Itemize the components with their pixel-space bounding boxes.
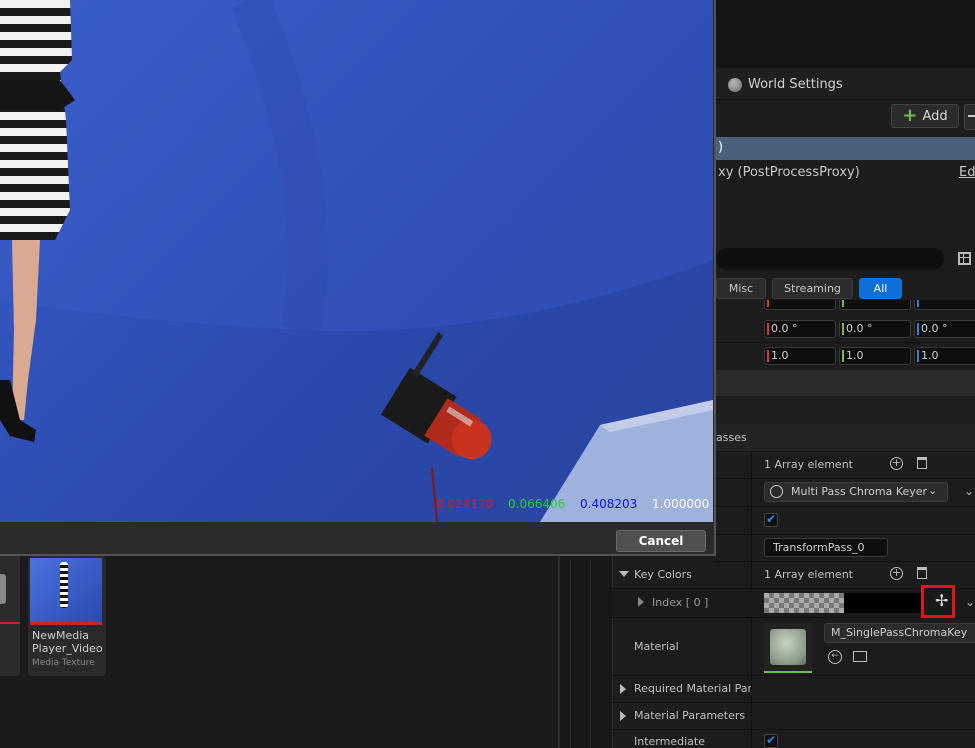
index-row: Index [ 0 ] ✢ ⌄ (612, 585, 975, 618)
location-x-field[interactable] (764, 300, 836, 310)
asset-card-media-texture[interactable]: NewMedia Player_Video Media Texture (28, 556, 106, 676)
add-button[interactable]: + Add (891, 104, 959, 128)
add-element-icon[interactable]: + (890, 567, 903, 580)
tab-world-settings-label: World Settings (748, 77, 843, 92)
tab-world-settings[interactable]: World Settings (728, 76, 843, 93)
material-dropdown-value: M_SinglePassChromaKey (831, 626, 968, 639)
keyer-dropdown-value: Multi Pass Chroma Keyer (791, 485, 928, 498)
expand-triangle-icon[interactable] (619, 571, 629, 577)
color-value-green: 0.066406 (508, 497, 566, 511)
remove-button[interactable] (964, 104, 975, 130)
intermediate-label: Intermediate (634, 735, 705, 748)
alpha-checker (764, 593, 844, 613)
plus-icon: + (902, 105, 918, 126)
chevron-down-icon[interactable]: ⌄ (965, 595, 975, 609)
passes-row: asses (716, 424, 975, 452)
required-params-label: Required Material Para (634, 682, 751, 695)
rotation-y-field[interactable]: 0.0 ° (839, 320, 911, 338)
enabled-checkbox[interactable]: ✔ (764, 513, 778, 527)
details-search-input[interactable] (716, 248, 944, 270)
globe-icon (728, 77, 742, 92)
keyer-class-icon (770, 485, 783, 498)
proxy-row-text: xy (PostProcessProxy) (718, 165, 860, 180)
scale-row: 1.0 1.0 1.0 (716, 343, 975, 369)
expand-triangle-icon[interactable] (638, 597, 644, 607)
trash-icon[interactable] (917, 567, 927, 579)
asset-thumbnail-partial (0, 556, 20, 624)
section-spacer (716, 397, 975, 424)
filter-streaming-button[interactable]: Streaming (772, 278, 853, 299)
material-preview-image (770, 629, 806, 665)
filter-all-button[interactable]: All (859, 278, 902, 299)
material-params-label: Material Parameters (634, 709, 746, 722)
outliner-proxy-row[interactable]: xy (PostProcessProxy) Edi (716, 162, 975, 184)
material-params-row: Material Parameters (612, 703, 975, 730)
edit-link[interactable]: Edi (959, 165, 975, 180)
asset-card-partial[interactable] (0, 556, 20, 676)
asset-name: NewMedia Player_Video (32, 629, 103, 655)
scale-z-field[interactable]: 1.0 (914, 347, 975, 365)
location-z-field[interactable] (914, 300, 975, 310)
browse-folder-icon[interactable] (853, 651, 867, 662)
intermediate-row: Intermediate ✔ (612, 730, 975, 748)
asset-type: Media Texture (32, 658, 95, 668)
eyedropper-button[interactable]: ✢ (921, 585, 955, 618)
expand-chevron-icon[interactable]: ⌄ (964, 484, 974, 498)
studio-scene-svg (0, 0, 713, 522)
rotation-z-field[interactable]: 0.0 ° (914, 320, 975, 338)
cancel-button[interactable]: Cancel (616, 530, 706, 552)
color-swatch[interactable] (764, 593, 922, 613)
expand-triangle-icon[interactable] (620, 684, 626, 694)
selected-row-text: ) (718, 140, 724, 155)
section-header-bar (716, 370, 975, 396)
color-value-red: 0.024170 (436, 497, 494, 511)
material-dropdown[interactable]: M_SinglePassChromaKey (824, 623, 975, 643)
content-browser-gutter (560, 556, 612, 748)
use-selected-icon[interactable]: ← (828, 650, 842, 664)
key-colors-label: Key Colors (634, 568, 692, 581)
scale-y-field[interactable]: 1.0 (839, 347, 911, 365)
asset-thumbnail (30, 558, 102, 625)
eyedropper-icon: ✢ (935, 591, 949, 610)
color-value-alpha: 1.000000 (652, 497, 710, 511)
material-thumbnail[interactable] (764, 623, 812, 673)
filter-misc-button[interactable]: Misc (716, 278, 766, 299)
passes-value: 1 Array element (764, 458, 853, 471)
keyer-dropdown[interactable]: Multi Pass Chroma Keyer ⌄ (764, 482, 948, 502)
scale-x-field[interactable]: 1.0 (764, 347, 836, 365)
add-element-icon[interactable]: + (890, 457, 903, 470)
minus-icon (968, 115, 975, 117)
passes-label: asses (716, 431, 747, 444)
chevron-down-icon: ⌄ (928, 484, 938, 497)
expand-triangle-icon[interactable] (620, 711, 626, 721)
add-button-label: Add (922, 108, 948, 124)
trash-icon[interactable] (917, 457, 927, 469)
passes-value-row: 1 Array element + (716, 452, 975, 479)
rotation-x-field[interactable]: 0.0 ° (764, 320, 836, 338)
material-label: Material (634, 640, 679, 653)
key-colors-value: 1 Array element (764, 568, 853, 581)
screen-capture-image[interactable]: 0.024170 0.066406 0.408203 1.000000 (0, 0, 713, 522)
material-row: Material M_SinglePassChromaKey ← (612, 618, 975, 676)
thumbnail-figure (60, 562, 68, 608)
keyer-row: Multi Pass Chroma Keyer ⌄ ⌄ (716, 479, 975, 507)
color-value-blue: 0.408203 (580, 497, 638, 511)
index-label: Index [ 0 ] (652, 596, 709, 609)
browser-vertical-divider (590, 560, 591, 748)
transform-pass-row: TransformPass_0 (716, 535, 975, 562)
rotation-row: 0.0 ° 0.0 ° 0.0 ° (716, 316, 975, 343)
browser-vertical-divider (570, 560, 571, 748)
location-row (716, 300, 975, 312)
outliner-top-area (716, 0, 975, 68)
transform-pass-field[interactable]: TransformPass_0 (764, 538, 888, 557)
location-y-field[interactable] (839, 300, 911, 310)
grid-view-icon[interactable] (958, 252, 971, 265)
required-params-row: Required Material Para (612, 676, 975, 703)
outliner-selected-row[interactable]: ) (716, 137, 975, 160)
intermediate-checkbox[interactable]: ✔ (764, 734, 778, 748)
enabled-row: ✔ (716, 507, 975, 535)
